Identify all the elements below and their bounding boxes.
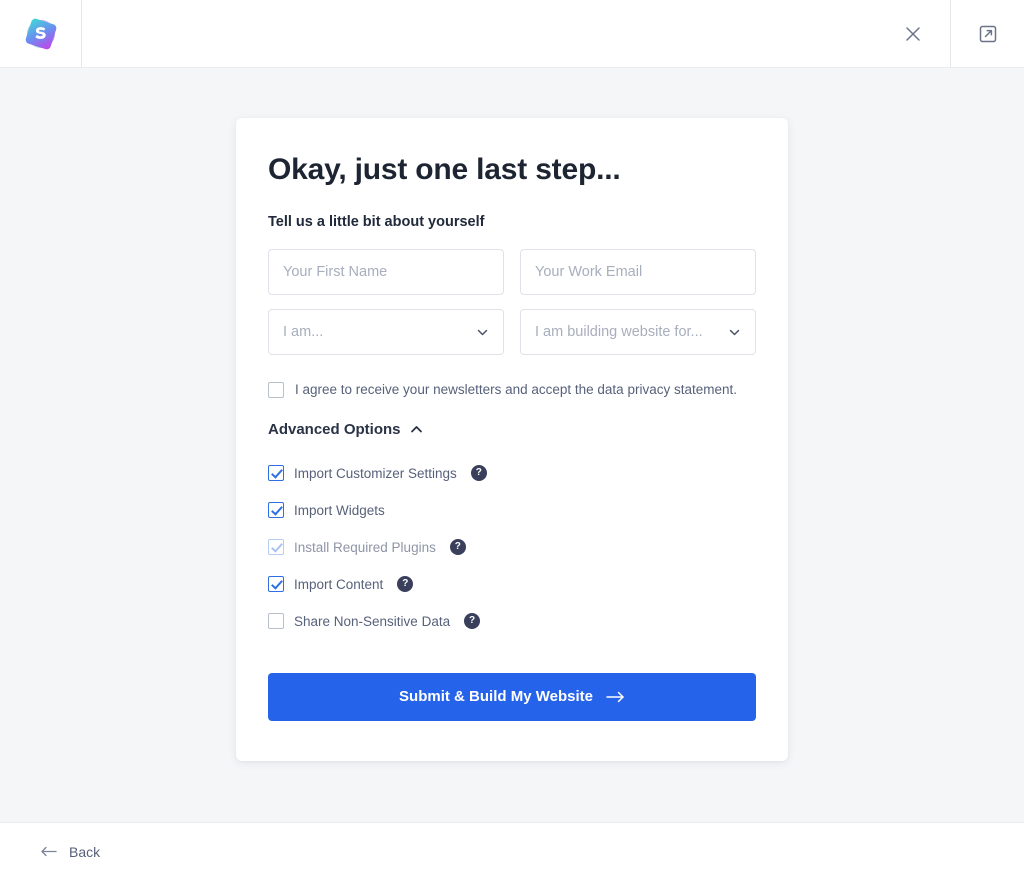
- purpose-select[interactable]: I am building website for...: [520, 309, 756, 355]
- form-fields: I am... I am building website for...: [268, 249, 756, 355]
- advanced-option-row: Install Required Plugins ?: [268, 529, 756, 566]
- advanced-options-label: Advanced Options: [268, 420, 401, 438]
- chevron-down-icon: [477, 329, 488, 335]
- arrow-right-icon: [606, 691, 624, 702]
- help-icon[interactable]: ?: [397, 576, 414, 593]
- newsletter-consent-label: I agree to receive your newsletters and …: [295, 382, 737, 397]
- work-email-input[interactable]: [520, 249, 756, 295]
- share-non-sensitive-data-checkbox[interactable]: [268, 613, 284, 630]
- page-title: Okay, just one last step...: [268, 153, 621, 186]
- chevron-down-icon: [729, 329, 740, 335]
- open-in-new-tab-button[interactable]: [950, 0, 1024, 67]
- import-customizer-settings-checkbox[interactable]: [268, 465, 284, 482]
- close-icon: [906, 26, 920, 41]
- advanced-options-list: Import Customizer Settings ? Import Widg…: [268, 455, 756, 640]
- external-link-icon: [979, 25, 996, 42]
- import-content-checkbox[interactable]: [268, 576, 284, 593]
- advanced-option-row[interactable]: Import Customizer Settings ?: [268, 455, 756, 492]
- logo-cell: [0, 0, 82, 67]
- chevron-up-icon: [410, 425, 422, 432]
- advanced-option-label: Import Content: [294, 576, 384, 592]
- starter-templates-logo: [25, 18, 56, 49]
- close-button[interactable]: [876, 0, 950, 67]
- main-content: Okay, just one last step... Tell us a li…: [0, 68, 1024, 822]
- newsletter-consent-checkbox[interactable]: [268, 381, 284, 398]
- advanced-options-toggle[interactable]: Advanced Options: [268, 421, 423, 438]
- advanced-option-label: Import Widgets: [294, 502, 385, 518]
- advanced-option-label: Share Non-Sensitive Data: [294, 613, 451, 629]
- onboarding-card: Okay, just one last step... Tell us a li…: [236, 118, 788, 761]
- arrow-left-icon: [41, 846, 57, 857]
- advanced-option-row[interactable]: Share Non-Sensitive Data ?: [268, 603, 756, 640]
- install-required-plugins-checkbox: [268, 539, 284, 556]
- header-spacer: [82, 0, 876, 67]
- onboarding-screen: Okay, just one last step... Tell us a li…: [0, 0, 1024, 880]
- help-icon[interactable]: ?: [449, 539, 466, 556]
- back-link[interactable]: Back: [40, 844, 100, 860]
- back-label: Back: [69, 843, 101, 860]
- role-select[interactable]: I am...: [268, 309, 504, 355]
- first-name-input[interactable]: [268, 249, 504, 295]
- advanced-option-label: Import Customizer Settings: [294, 465, 457, 481]
- advanced-option-row[interactable]: Import Content ?: [268, 566, 756, 603]
- newsletter-consent-row[interactable]: I agree to receive your newsletters and …: [268, 381, 756, 399]
- advanced-option-label: Install Required Plugins: [294, 539, 436, 555]
- help-icon[interactable]: ?: [464, 613, 481, 630]
- page-subtitle: Tell us a little bit about yourself: [268, 214, 485, 230]
- app-footer: Back: [0, 822, 1024, 880]
- advanced-option-row[interactable]: Import Widgets: [268, 492, 756, 529]
- app-header: [0, 0, 1024, 68]
- import-widgets-checkbox[interactable]: [268, 502, 284, 519]
- purpose-select-label: I am building website for...: [535, 324, 703, 340]
- submit-button-label: Submit & Build My Website: [399, 688, 593, 706]
- submit-build-website-button[interactable]: Submit & Build My Website: [268, 672, 756, 721]
- role-select-label: I am...: [283, 324, 324, 340]
- help-icon[interactable]: ?: [470, 465, 487, 482]
